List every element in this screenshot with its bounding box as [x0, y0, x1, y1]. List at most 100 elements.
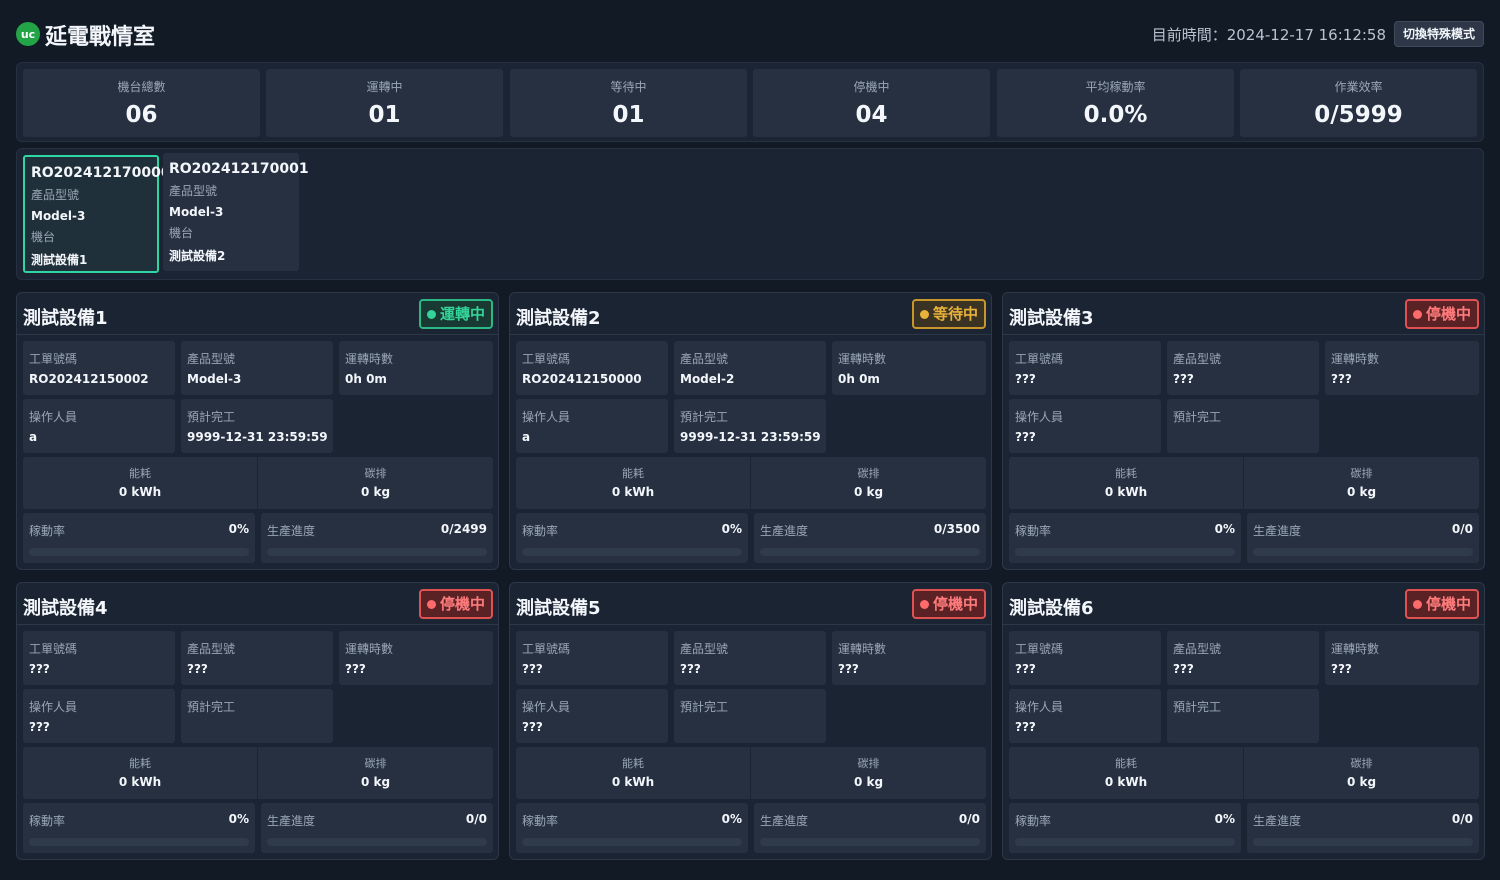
product-model-value: Model-2	[680, 372, 735, 386]
run-time-cell: 運轉時數 0h 0m	[339, 341, 493, 395]
energy-carbon-panel: 能耗 0 kWh 碳排 0 kg	[23, 457, 493, 509]
field-label: 工單號碼	[29, 352, 78, 366]
operator-value: ???	[1015, 430, 1036, 444]
status-dot-icon	[1412, 599, 1422, 609]
carbon-cell: 碳排 0 kg	[1244, 457, 1479, 509]
work-order-value: ???	[1015, 662, 1036, 676]
order-model: Model-3	[31, 209, 86, 223]
energy-value: 0 kWh	[118, 775, 162, 789]
order-id: RO202412170001	[169, 161, 309, 177]
energy-value: 0 kWh	[611, 775, 655, 789]
stat-avg-utilization: 平均稼動率 0.0%	[997, 69, 1234, 137]
device-card[interactable]: 測試設備1 運轉中 工單號碼 RO202412150002 產品型號 Model…	[16, 292, 499, 570]
product-model-value: ???	[187, 662, 208, 676]
utilization-value: 0%	[1214, 812, 1235, 826]
field-label: 能耗	[1115, 757, 1137, 770]
energy-carbon-panel: 能耗 0 kWh 碳排 0 kg	[516, 747, 986, 799]
run-time-cell: 運轉時數 ???	[1325, 341, 1479, 395]
device-name: 測試設備2	[516, 308, 601, 329]
stat-stopped: 停機中 04	[753, 69, 990, 137]
field-label: 碳排	[364, 467, 387, 480]
device-card[interactable]: 測試設備3 停機中 工單號碼 ??? 產品型號 ??? 運轉時數 ??? 操作人…	[1002, 292, 1485, 570]
field-label: 預計完工	[187, 700, 236, 714]
production-progress-metric: 生產進度 0/0	[1247, 803, 1479, 853]
utilization-progress-bar	[29, 838, 249, 846]
run-time-value: ???	[1331, 372, 1352, 386]
energy-carbon-panel: 能耗 0 kWh 碳排 0 kg	[1009, 457, 1479, 509]
device-card[interactable]: 測試設備6 停機中 工單號碼 ??? 產品型號 ??? 運轉時數 ??? 操作人…	[1002, 582, 1485, 860]
field-label: 碳排	[857, 467, 880, 480]
carbon-value: 0 kg	[853, 775, 884, 789]
energy-value: 0 kWh	[118, 485, 162, 499]
run-time-value: 0h 0m	[838, 372, 880, 386]
field-label: 稼動率	[1015, 814, 1052, 828]
utilization-progress-bar	[522, 548, 742, 556]
product-model-value: ???	[1173, 662, 1194, 676]
order-card[interactable]: RO202412170001 產品型號 Model-3 機台 測試設備2	[163, 153, 309, 271]
field-label: 工單號碼	[29, 642, 78, 656]
device-card-header: 測試設備6 停機中	[1003, 583, 1484, 625]
status-text: 停機中	[932, 595, 978, 613]
energy-value: 0 kWh	[1104, 775, 1148, 789]
stat-value: 0.0%	[1083, 102, 1148, 128]
app-logo-icon: uc	[16, 22, 40, 46]
stat-label: 平均稼動率	[1085, 80, 1146, 94]
work-order-cell: 工單號碼 ???	[23, 631, 175, 685]
work-order-value: ???	[522, 662, 543, 676]
carbon-cell: 碳排 0 kg	[751, 747, 986, 799]
field-label: 預計完工	[1173, 700, 1222, 714]
product-model-value: ???	[1173, 372, 1194, 386]
current-time: 目前時間：2024-12-17 16:12:58	[1151, 26, 1386, 44]
progress-value: 0/3500	[933, 522, 980, 536]
device-card[interactable]: 測試設備4 停機中 工單號碼 ??? 產品型號 ??? 運轉時數 ??? 操作人…	[16, 582, 499, 860]
product-model-cell: 產品型號 Model-2	[674, 341, 826, 395]
stat-efficiency: 作業效率 0/5999	[1240, 69, 1477, 137]
status-dot-icon	[919, 309, 929, 319]
status-dot-icon	[426, 309, 436, 319]
run-time-cell: 運轉時數 ???	[339, 631, 493, 685]
production-progress-bar	[267, 838, 487, 846]
status-badge: 運轉中	[418, 299, 493, 329]
field-label: 稼動率	[29, 524, 66, 538]
stat-value: 04	[855, 102, 888, 128]
field-label: 能耗	[622, 467, 644, 480]
field-label: 工單號碼	[1015, 642, 1064, 656]
app-title: 延電戰情室	[45, 25, 156, 50]
field-label: 操作人員	[1015, 410, 1064, 424]
operator-cell: 操作人員 ???	[516, 689, 668, 743]
field-label: 運轉時數	[1331, 642, 1380, 656]
summary-panel: 機台總數 06 運轉中 01 等待中 01 停機中 04 平均稼動率 0.0% …	[16, 62, 1484, 142]
run-time-cell: 運轉時數 ???	[1325, 631, 1479, 685]
device-card[interactable]: 測試設備2 等待中 工單號碼 RO202412150000 產品型號 Model…	[509, 292, 992, 570]
order-card[interactable]: RO202412170000 產品型號 Model-3 機台 測試設備1	[23, 155, 171, 273]
run-time-value: ???	[345, 662, 366, 676]
run-time-cell: 運轉時數 0h 0m	[832, 341, 986, 395]
carbon-value: 0 kg	[360, 775, 391, 789]
energy-carbon-panel: 能耗 0 kWh 碳排 0 kg	[1009, 747, 1479, 799]
utilization-progress-bar	[1015, 838, 1235, 846]
device-card[interactable]: 測試設備5 停機中 工單號碼 ??? 產品型號 ??? 運轉時數 ??? 操作人…	[509, 582, 992, 860]
field-label: 工單號碼	[522, 642, 571, 656]
status-text: 運轉中	[439, 305, 485, 323]
progress-value: 0/0	[958, 812, 980, 826]
header-bar: uc 延電戰情室 目前時間：2024-12-17 16:12:58 切換特殊模式	[0, 0, 1500, 62]
utilization-value: 0%	[228, 812, 249, 826]
energy-cell: 能耗 0 kWh	[23, 457, 258, 509]
device-name: 測試設備5	[516, 598, 601, 619]
production-progress-metric: 生產進度 0/2499	[261, 513, 493, 563]
operator-value: a	[522, 430, 531, 444]
field-label: 預計完工	[680, 410, 729, 424]
product-model-cell: 產品型號 ???	[1167, 341, 1319, 395]
switch-special-mode-button[interactable]: 切換特殊模式	[1393, 21, 1484, 47]
run-time-value: ???	[838, 662, 859, 676]
field-label: 運轉時數	[1331, 352, 1380, 366]
product-model-cell: 產品型號 ???	[1167, 631, 1319, 685]
device-name: 測試設備4	[23, 598, 108, 619]
est-finish-cell: 預計完工 9999-12-31 23:59:59	[674, 399, 826, 453]
carbon-value: 0 kg	[1346, 485, 1377, 499]
work-order-value: ???	[1015, 372, 1036, 386]
progress-value: 0/0	[1451, 812, 1473, 826]
carbon-value: 0 kg	[360, 485, 391, 499]
production-progress-bar	[267, 548, 487, 556]
operator-cell: 操作人員 a	[23, 399, 175, 453]
